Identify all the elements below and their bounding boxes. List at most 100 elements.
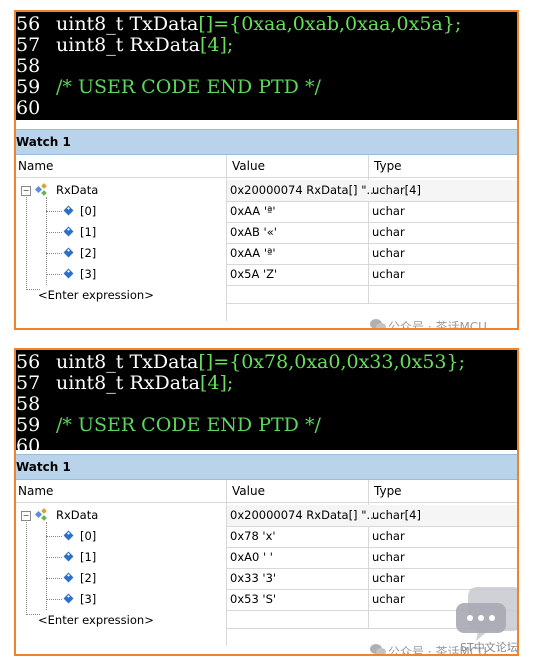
code-token: uint8_t RxData bbox=[56, 372, 200, 394]
code-line: 57 uint8_t RxData[4]; bbox=[16, 373, 517, 394]
tree-line bbox=[46, 211, 62, 212]
element-type: uchar bbox=[372, 225, 405, 239]
code-line: 57 uint8_t RxData[4]; bbox=[16, 35, 517, 56]
watch-window-title: Watch 1 bbox=[16, 460, 71, 474]
array-element-icon bbox=[63, 551, 74, 562]
tree-row-rxdata[interactable]: − RxData 0x20000074 RxData[] "... uchar[4] bbox=[16, 505, 517, 526]
column-header-type[interactable]: Type bbox=[374, 159, 402, 173]
variable-value[interactable]: 0x20000074 RxData[] "... bbox=[230, 508, 377, 522]
watermark-text: 公众号 · 茶话MCU bbox=[388, 320, 487, 330]
element-type: uchar bbox=[372, 550, 405, 564]
tree-row-element[interactable]: [3] 0x53 'S' uchar bbox=[16, 589, 517, 610]
line-number: 57 bbox=[16, 34, 41, 56]
array-element-icon bbox=[63, 268, 74, 279]
wechat-icon bbox=[370, 643, 386, 654]
array-element-icon bbox=[63, 572, 74, 583]
code-token: /* USER CODE END PTD */ bbox=[56, 414, 321, 436]
code-line: 58 bbox=[16, 56, 517, 77]
tree-row-rxdata[interactable]: − RxData 0x20000074 RxData[] "... uchar[4] bbox=[16, 180, 517, 201]
code-text: uint8_t RxData[4]; bbox=[56, 373, 233, 394]
code-token: []={ bbox=[198, 351, 242, 373]
code-token: uint8_t TxData bbox=[56, 351, 199, 373]
line-number: 58 bbox=[16, 55, 41, 77]
element-name: [2] bbox=[80, 571, 97, 585]
code-token: }; bbox=[446, 351, 466, 373]
line-number: 56 bbox=[16, 13, 41, 35]
forum-logo-icon bbox=[456, 587, 517, 641]
tree-row-element[interactable]: [1] 0xAB '«' uchar bbox=[16, 222, 517, 243]
enter-expression-text[interactable]: <Enter expression> bbox=[38, 288, 154, 302]
code-text: /* USER CODE END PTD */ bbox=[56, 415, 321, 436]
tree-row-element[interactable]: [3] 0x5A 'Z' uchar bbox=[16, 264, 517, 285]
element-value[interactable]: 0x53 'S' bbox=[230, 592, 276, 606]
watch-grid: Name Value Type − RxData 0x20000074 RxData[] … bbox=[16, 155, 517, 330]
code-token: 0x78,0xa0,0x33,0x53 bbox=[241, 351, 447, 373]
element-name: [0] bbox=[80, 204, 97, 218]
element-type: uchar bbox=[372, 571, 405, 585]
array-element-icon bbox=[63, 247, 74, 258]
code-text: uint8_t RxData[4]; bbox=[56, 35, 233, 56]
element-value[interactable]: 0xAA 'ª' bbox=[230, 246, 276, 260]
tree-row-element[interactable]: [2] 0x33 '3' uchar bbox=[16, 568, 517, 589]
watch-window-title: Watch 1 bbox=[16, 135, 71, 149]
code-token: }; bbox=[442, 13, 462, 35]
forum-logo-text: ST中文论坛 bbox=[460, 641, 518, 654]
element-type: uchar bbox=[372, 267, 405, 281]
tree-line bbox=[46, 599, 62, 600]
element-value[interactable]: 0xA0 ' ' bbox=[230, 550, 273, 564]
code-line: 59 /* USER CODE END PTD */ bbox=[16, 77, 517, 98]
element-value[interactable]: 0x78 'x' bbox=[230, 529, 276, 543]
code-text: /* USER CODE END PTD */ bbox=[56, 77, 321, 98]
code-line: 58 bbox=[16, 394, 517, 415]
element-value[interactable]: 0xAB '«' bbox=[230, 225, 277, 239]
element-name: [3] bbox=[80, 592, 97, 606]
tree-line bbox=[46, 536, 62, 537]
collapse-toggle-icon[interactable]: − bbox=[21, 186, 31, 196]
line-number: 59 bbox=[16, 414, 41, 436]
tree-row-element[interactable]: [2] 0xAA 'ª' uchar bbox=[16, 243, 517, 264]
tree-row-element[interactable]: [1] 0xA0 ' ' uchar bbox=[16, 547, 517, 568]
enter-expression-text[interactable]: <Enter expression> bbox=[38, 613, 154, 627]
column-header-value[interactable]: Value bbox=[232, 484, 265, 498]
watch-window-titlebar: Watch 1 bbox=[16, 454, 517, 480]
array-element-icon bbox=[63, 226, 74, 237]
tree-row-element[interactable]: [0] 0xAA 'ª' uchar bbox=[16, 201, 517, 222]
collapse-toggle-icon[interactable]: − bbox=[21, 511, 31, 521]
element-value[interactable]: 0x33 '3' bbox=[230, 571, 276, 585]
code-token: [4]; bbox=[200, 372, 234, 394]
element-type: uchar bbox=[372, 529, 405, 543]
code-token: [4]; bbox=[200, 34, 234, 56]
column-header-value[interactable]: Value bbox=[232, 159, 265, 173]
array-element-icon bbox=[63, 205, 74, 216]
column-header-type[interactable]: Type bbox=[374, 484, 402, 498]
code-line: 60 bbox=[16, 98, 517, 119]
tree-line bbox=[46, 232, 62, 233]
tree-line bbox=[46, 253, 62, 254]
element-value[interactable]: 0xAA 'ª' bbox=[230, 204, 276, 218]
variable-value[interactable]: 0x20000074 RxData[] "... bbox=[230, 183, 377, 197]
code-token: uint8_t RxData bbox=[56, 34, 200, 56]
element-name: [1] bbox=[80, 225, 97, 239]
wechat-icon bbox=[370, 318, 386, 328]
column-header-name[interactable]: Name bbox=[18, 159, 53, 173]
code-editor: 56 uint8_t TxData[]={0x78,0xa0,0x33,0x53}… bbox=[16, 350, 517, 457]
code-text: uint8_t TxData[]={0xaa,0xab,0xaa,0x5a}; bbox=[56, 14, 461, 35]
variable-name: RxData bbox=[56, 183, 99, 197]
line-number: 60 bbox=[16, 97, 41, 119]
code-token: /* USER CODE END PTD */ bbox=[56, 76, 321, 98]
column-header-name[interactable]: Name bbox=[18, 484, 53, 498]
element-value[interactable]: 0x5A 'Z' bbox=[230, 267, 277, 281]
element-name: [0] bbox=[80, 529, 97, 543]
code-token: uint8_t TxData bbox=[56, 13, 199, 35]
tree-line bbox=[46, 557, 62, 558]
line-number: 56 bbox=[16, 351, 41, 373]
tree-row-element[interactable]: [0] 0x78 'x' uchar bbox=[16, 526, 517, 547]
row-divider bbox=[226, 303, 517, 304]
array-element-icon bbox=[63, 530, 74, 541]
element-type: uchar bbox=[372, 204, 405, 218]
code-line: 59 /* USER CODE END PTD */ bbox=[16, 415, 517, 436]
code-line: 56 uint8_t TxData[]={0xaa,0xab,0xaa,0x5a}… bbox=[16, 14, 517, 35]
code-line: 56 uint8_t TxData[]={0x78,0xa0,0x33,0x53}… bbox=[16, 352, 517, 373]
header-divider bbox=[16, 177, 517, 178]
element-type: uchar bbox=[372, 246, 405, 260]
